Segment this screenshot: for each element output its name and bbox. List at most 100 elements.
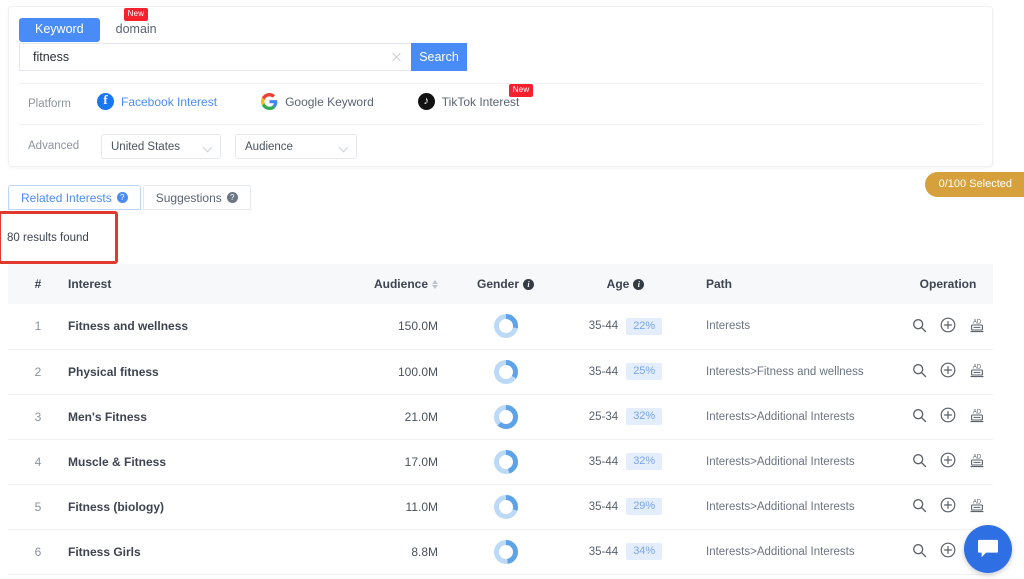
age-percent-badge: 34% <box>626 543 663 560</box>
chat-bubble-icon <box>977 539 999 559</box>
search-button[interactable]: Search <box>411 43 467 71</box>
age-range: 35-44 <box>588 455 619 468</box>
add-icon[interactable] <box>940 452 956 468</box>
search-icon[interactable] <box>912 318 927 333</box>
add-icon[interactable] <box>940 497 956 513</box>
platform-tiktok-label: TikTok Interest <box>441 94 520 109</box>
cell-audience: 100.0M <box>326 349 448 395</box>
column-label-age: Age <box>606 277 630 291</box>
tab-suggestions[interactable]: Suggestions ? <box>142 185 251 210</box>
add-icon[interactable] <box>940 362 956 378</box>
search-icon[interactable] <box>912 543 927 558</box>
cell-number: 4 <box>8 439 68 485</box>
tab-suggestions-label: Suggestions <box>155 190 222 205</box>
clear-icon[interactable] <box>391 52 402 63</box>
mode-tab-keyword[interactable]: Keyword <box>19 18 100 42</box>
age-range: 25-34 <box>588 410 619 423</box>
audience-select[interactable]: Audience <box>235 134 357 159</box>
selected-count-badge[interactable]: 0/100 Selected <box>924 172 1024 197</box>
info-icon[interactable]: i <box>523 278 534 290</box>
page-root: Keyword New domain Search Platform Faceb… <box>0 0 1024 579</box>
country-select-value: United States <box>111 140 181 153</box>
add-icon[interactable] <box>940 407 956 423</box>
cell-age: 35-44 34% <box>563 529 688 575</box>
gender-donut-chart <box>492 494 520 519</box>
gender-donut-chart <box>492 539 520 564</box>
result-tab-group: Related Interests ? Suggestions ? <box>8 185 251 210</box>
table-row[interactable]: 3 Men's Fitness 21.0M 25-34 32% Interests>Add… <box>8 394 993 440</box>
interest-name: Fitness and wellness <box>68 319 189 334</box>
cell-number: 6 <box>8 529 68 575</box>
table-header: # Interest Audience Gender i Age i Path … <box>8 264 993 304</box>
mode-tab-domain[interactable]: New domain <box>100 8 173 42</box>
cell-interest[interactable]: Fitness (biology) <box>68 484 326 530</box>
ad-icon[interactable]: AD <box>969 452 985 468</box>
advanced-label: Advanced <box>28 140 80 152</box>
cell-path: Interests <box>688 304 903 350</box>
search-icon[interactable] <box>912 363 927 378</box>
results-found-annotation: 80 results found <box>0 211 118 264</box>
table-row[interactable]: 4 Muscle & Fitness 17.0M 35-44 32% Interests>… <box>8 439 993 485</box>
column-label-path: Path <box>706 277 733 291</box>
results-table-card: # Interest Audience Gender i Age i Path … <box>8 264 993 579</box>
help-icon[interactable]: ? <box>116 192 128 203</box>
ad-icon[interactable]: AD <box>969 317 985 333</box>
search-input[interactable] <box>20 44 411 70</box>
column-label-interest: Interest <box>68 277 112 291</box>
ad-icon[interactable]: AD <box>969 407 985 423</box>
country-select[interactable]: United States <box>101 134 221 159</box>
platform-google-label: Google Keyword <box>285 94 374 109</box>
cell-operation: AD <box>903 484 993 530</box>
search-icon[interactable] <box>912 408 927 423</box>
info-icon[interactable]: i <box>633 278 645 290</box>
table-row[interactable]: 5 Fitness (biology) 11.0M 35-44 29% Interests… <box>8 484 993 530</box>
cell-path: Interests>Additional Interests <box>688 529 903 575</box>
cell-interest[interactable]: Fitness and wellness <box>68 304 326 350</box>
ad-icon[interactable]: AD <box>969 497 985 513</box>
search-icon[interactable] <box>912 453 927 468</box>
platform-tiktok-interest[interactable]: TikTok Interest New <box>417 84 534 110</box>
cell-age: 35-44 22% <box>563 304 688 350</box>
interest-name: Muscle & Fitness <box>68 454 167 469</box>
age-percent-badge: 29% <box>626 498 663 515</box>
cell-number: 5 <box>8 484 68 530</box>
cell-interest[interactable]: Muscle & Fitness <box>68 439 326 485</box>
chevron-down-icon <box>202 142 213 153</box>
column-header-audience[interactable]: Audience <box>326 264 448 304</box>
chat-bubble-button[interactable] <box>964 525 1012 573</box>
google-icon <box>261 93 278 110</box>
table-row[interactable]: 2 Physical fitness 100.0M 35-44 25% Interests… <box>8 349 993 395</box>
column-header-operation: Operation <box>903 264 993 304</box>
facebook-icon <box>97 92 114 110</box>
table-row[interactable]: 1 Fitness and wellness 150.0M 35-44 22% Inter… <box>8 304 993 350</box>
age-range: 35-44 <box>588 365 619 378</box>
cell-operation: AD <box>903 439 993 485</box>
sort-icon[interactable] <box>432 279 438 289</box>
help-icon[interactable]: ? <box>226 192 238 203</box>
search-bar: Search <box>19 43 467 71</box>
cell-number: 1 <box>8 304 68 350</box>
add-icon[interactable] <box>940 542 956 558</box>
platform-google-keyword[interactable]: Google Keyword <box>261 93 374 110</box>
column-header-gender: Gender i <box>448 264 563 304</box>
search-icon[interactable] <box>912 498 927 513</box>
cell-interest[interactable]: Physical fitness <box>68 349 326 395</box>
divider-platform <box>19 83 982 84</box>
table-row[interactable]: 6 Fitness Girls 8.8M 35-44 34% Interests>Addi… <box>8 529 993 575</box>
add-icon[interactable] <box>940 317 956 333</box>
age-percent-badge: 32% <box>626 453 663 470</box>
age-percent-badge: 25% <box>626 363 663 380</box>
column-label-number: # <box>34 277 42 291</box>
age-percent-badge: 32% <box>626 408 663 425</box>
table-body: 1 Fitness and wellness 150.0M 35-44 22% Inter… <box>8 304 993 575</box>
ad-icon[interactable]: AD <box>969 362 985 378</box>
tab-related-interests[interactable]: Related Interests ? <box>8 185 141 210</box>
results-table: # Interest Audience Gender i Age i Path … <box>8 264 993 575</box>
advanced-filters: United States Audience <box>101 134 357 159</box>
platform-facebook-interest[interactable]: Facebook Interest <box>97 92 217 110</box>
cell-interest[interactable]: Men's Fitness <box>68 394 326 440</box>
tiktok-icon <box>417 93 435 110</box>
platform-options: Facebook Interest Google Keyword TikTok … <box>97 84 563 110</box>
new-badge-tiktok: New <box>508 84 534 97</box>
cell-interest[interactable]: Fitness Girls <box>68 529 326 575</box>
